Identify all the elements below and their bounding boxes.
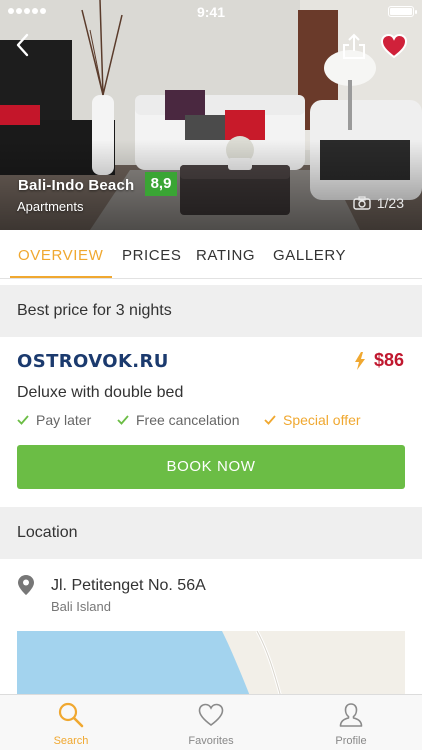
location-title: Location bbox=[17, 524, 78, 541]
offer-price: $86 bbox=[354, 350, 404, 371]
hotel-address: Jl. Petitenget No. 56A bbox=[51, 577, 206, 594]
tabbar-label: Profile bbox=[335, 735, 367, 747]
best-price-title: Best price for 3 nights bbox=[17, 302, 172, 319]
share-button[interactable] bbox=[340, 32, 368, 60]
camera-icon bbox=[353, 196, 371, 210]
feature-special-offer: Special offer bbox=[264, 412, 361, 428]
feature-label: Free cancelation bbox=[136, 412, 240, 428]
battery-icon bbox=[388, 6, 417, 17]
status-time: 9:41 bbox=[196, 4, 226, 20]
feature-label: Pay later bbox=[36, 412, 92, 428]
location-pin-icon bbox=[18, 575, 34, 595]
tabbar-label: Search bbox=[53, 735, 89, 747]
hotel-type: Apartments bbox=[17, 199, 84, 214]
book-now-button[interactable]: BOOK NOW bbox=[17, 445, 405, 489]
check-icon bbox=[117, 415, 129, 425]
bottom-tab-bar: Search Favorites Profile bbox=[0, 694, 422, 750]
user-icon bbox=[339, 703, 363, 727]
tab-prices[interactable]: PRICES bbox=[122, 247, 181, 264]
heart-outline-icon bbox=[198, 703, 224, 726]
map-tiles bbox=[17, 631, 405, 701]
hotel-name: Bali-Indo Beach bbox=[18, 177, 135, 194]
photo-counter-label: 1/23 bbox=[376, 195, 404, 211]
hotel-photo-hero[interactable]: 9:41 Bali-Indo Beach 8,9 Apartments 1/23 bbox=[0, 0, 422, 230]
tab-overview[interactable]: OVERVIEW bbox=[18, 247, 103, 264]
hotel-city: Bali Island bbox=[51, 599, 111, 614]
feature-free-cancelation: Free cancelation bbox=[117, 412, 240, 428]
lightning-icon bbox=[354, 351, 365, 370]
share-icon bbox=[343, 33, 365, 59]
heart-filled-icon bbox=[380, 33, 408, 59]
feature-pay-later: Pay later bbox=[17, 412, 91, 428]
detail-tabs: OVERVIEW PRICES RATING GALLERY bbox=[0, 230, 422, 279]
tabbar-profile[interactable]: Profile bbox=[281, 695, 421, 750]
active-tab-indicator bbox=[10, 276, 112, 278]
check-icon bbox=[264, 415, 276, 425]
feature-label: Special offer bbox=[283, 412, 361, 428]
location-map[interactable] bbox=[17, 631, 405, 701]
status-bar: 9:41 bbox=[0, 0, 422, 24]
provider-logo: OSTROVOK.RU bbox=[17, 351, 169, 372]
search-icon bbox=[58, 702, 84, 728]
best-price-header: Best price for 3 nights bbox=[0, 285, 422, 337]
tabbar-search[interactable]: Search bbox=[1, 695, 141, 750]
favorite-button[interactable] bbox=[380, 32, 408, 60]
tabbar-favorites[interactable]: Favorites bbox=[141, 695, 281, 750]
room-type: Deluxe with double bed bbox=[17, 384, 184, 401]
check-icon bbox=[17, 415, 29, 425]
tab-gallery[interactable]: GALLERY bbox=[273, 247, 346, 264]
tab-rating[interactable]: RATING bbox=[196, 247, 255, 264]
price-amount: $86 bbox=[373, 350, 404, 370]
hotel-score-badge: 8,9 bbox=[145, 172, 177, 196]
tabbar-label: Favorites bbox=[188, 735, 234, 747]
photo-counter[interactable]: 1/23 bbox=[353, 195, 404, 211]
location-header: Location bbox=[0, 507, 422, 559]
chevron-left-icon bbox=[16, 33, 29, 57]
back-button[interactable] bbox=[12, 32, 36, 58]
